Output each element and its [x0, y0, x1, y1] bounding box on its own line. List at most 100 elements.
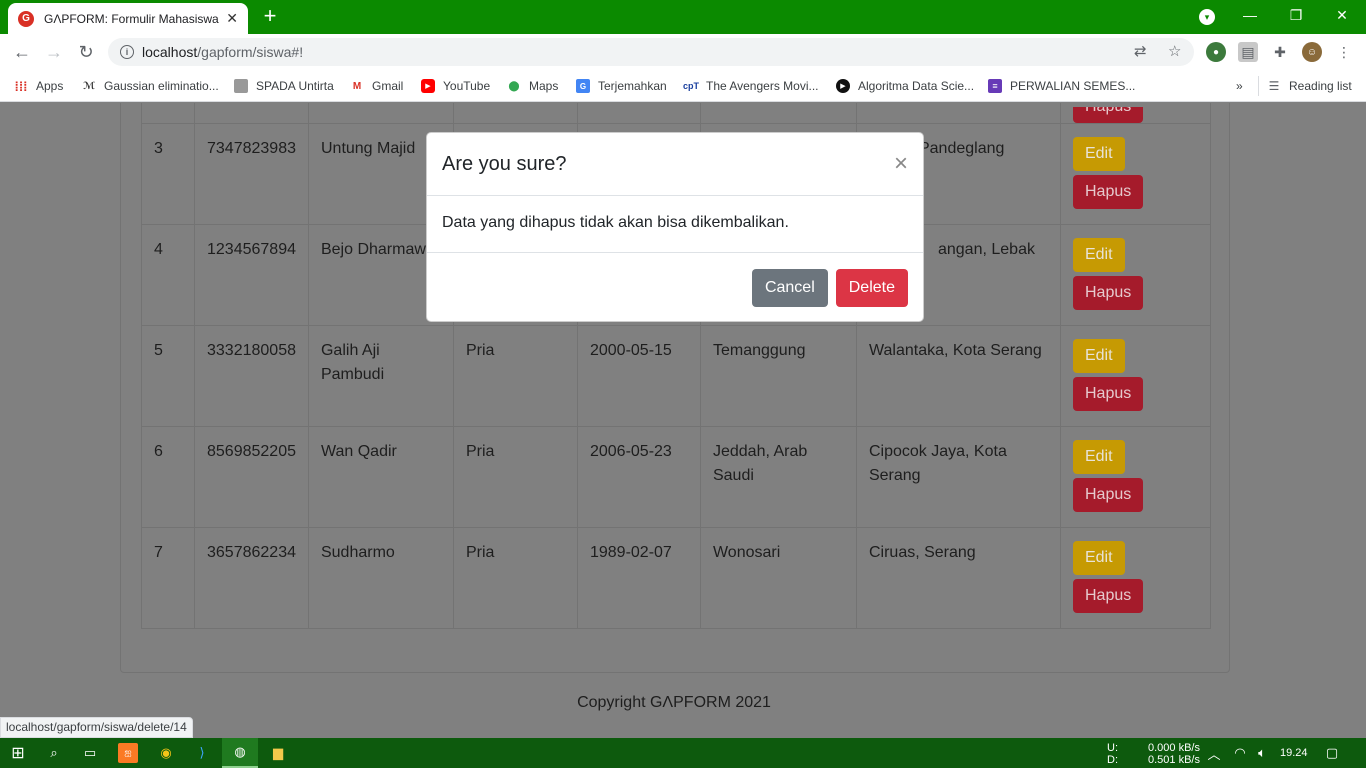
reload-icon[interactable]: ↻ — [74, 40, 98, 64]
modal-header: Are you sure? × — [427, 133, 923, 196]
page-footer: Copyright GΛPFORM 2021 — [577, 694, 771, 711]
hapus-button[interactable]: Hapus — [1072, 478, 1144, 512]
extension-page-icon[interactable]: ▤ — [1238, 42, 1258, 62]
firefox-icon[interactable]: ◉ — [156, 743, 176, 763]
modal-body: Data yang dihapus tidak akan bisa dikemb… — [427, 196, 923, 253]
profile-avatar-icon[interactable]: ☺ — [1302, 42, 1322, 62]
cell-nama: Wan Qadir — [307, 426, 454, 528]
cell-jenis-kelamin: Pria — [452, 527, 578, 629]
reading-list-icon: ☰ — [1268, 79, 1280, 93]
cell-alamat: Ciruas, Serang — [855, 527, 1061, 629]
edit-button[interactable]: Edit — [1072, 440, 1125, 474]
bookmark-spada[interactable]: SPADA Untirta — [234, 76, 334, 96]
edit-button[interactable]: Edit — [1072, 541, 1125, 575]
tab-search-icon[interactable]: ▾ — [1199, 9, 1215, 25]
browser-tab[interactable]: G GΛPFORM: Formulir Mahasiswa ✕ — [8, 3, 248, 34]
cell-tempat-lahir: Wonosari — [699, 527, 857, 629]
spada-icon — [234, 79, 248, 93]
cell-alamat: Cipocok Jaya, Kota Serang — [855, 426, 1061, 528]
cell-tempat-lahir: Jeddah, Arab Saudi — [699, 426, 857, 528]
cell-jenis-kelamin: Pria — [452, 426, 578, 528]
bookmark-translate[interactable]: G Terjemahkan — [576, 76, 667, 96]
bookmark-algoritma[interactable]: ▶ Algoritma Data Scie... — [836, 76, 974, 96]
apps-grid-icon: ⁞⁞⁞ — [14, 78, 28, 94]
windows-start-icon[interactable]: ⊞ — [8, 743, 28, 763]
menu-kebab-icon[interactable]: ⋮ — [1334, 42, 1354, 62]
hapus-button[interactable]: Hapus — [1072, 579, 1144, 613]
bookmark-label: Terjemahkan — [598, 79, 667, 93]
cell-nim: 8569852205 — [194, 426, 309, 528]
bookmark-label: Apps — [36, 79, 64, 93]
hapus-button[interactable]: Hapus — [1072, 377, 1144, 411]
link-status-bar: localhost/gapform/siswa/delete/14 — [0, 717, 193, 738]
tray-chevron-up-icon[interactable]: ︿ — [1204, 743, 1224, 763]
volume-icon[interactable]: 🔈︎ — [1252, 743, 1272, 763]
bookmark-label: YouTube — [443, 79, 491, 93]
window-close-icon[interactable]: ✕ — [1319, 4, 1365, 28]
table-row: 5 3332180058 Galih Aji Pambudi Pria 2000… — [141, 325, 1211, 427]
chrome-taskbar-icon[interactable]: ◍ — [222, 738, 258, 768]
hapus-button[interactable]: Hapus — [1072, 175, 1144, 209]
bookmark-gmail[interactable]: M Gmail — [350, 76, 404, 96]
clock-time[interactable]: 19.24 — [1280, 747, 1308, 759]
forward-icon[interactable]: → — [42, 40, 66, 64]
cell-nim: 7347823983 — [194, 123, 309, 225]
bookmark-youtube[interactable]: ▶ YouTube — [421, 76, 490, 96]
notifications-icon[interactable]: ▢ — [1322, 743, 1342, 763]
edit-button[interactable]: Edit — [1072, 339, 1125, 373]
bookmark-label: Algoritma Data Scie... — [858, 79, 975, 93]
bookmark-maps[interactable]: ⬤ Maps — [507, 76, 558, 96]
vscode-icon[interactable]: ⟩ — [192, 743, 212, 763]
cell-tanggal-lahir: 1989-02-07 — [576, 527, 701, 629]
bookmarks-bar: ⁞⁞⁞ Apps ℳ Gaussian eliminatio... SPADA Un… — [0, 70, 1366, 102]
algoritma-icon: ▶ — [836, 79, 850, 93]
table-row: 6 8569852205 Wan Qadir Pria 2006-05-23 J… — [141, 426, 1211, 528]
minimize-icon[interactable]: — — [1227, 4, 1273, 28]
wifi-icon[interactable]: ◠ — [1230, 743, 1250, 763]
edit-button[interactable]: Edit — [1072, 238, 1125, 272]
extension-globe-icon[interactable]: ● — [1206, 42, 1226, 62]
reading-list-label: Reading list — [1289, 79, 1352, 93]
bookmark-apps[interactable]: ⁞⁞⁞ Apps — [14, 76, 64, 96]
browser-titlebar: G GΛPFORM: Formulir Mahasiswa ✕ + ▾ — ❐ … — [0, 0, 1366, 34]
cell-nim: 3657862234 — [194, 527, 309, 629]
bookmark-label: The Avengers Movi... — [706, 79, 819, 93]
bookmark-gaussian[interactable]: ℳ Gaussian eliminatio... — [82, 76, 219, 96]
bookmark-perwalian[interactable]: ≡ PERWALIAN SEMES... — [988, 76, 1135, 96]
confirm-delete-modal: Are you sure? × Data yang dihapus tidak … — [426, 132, 924, 322]
bookmark-label: SPADA Untirta — [256, 79, 334, 93]
new-tab-icon[interactable]: + — [258, 5, 282, 29]
cell-tempat-lahir: Temanggung — [699, 325, 857, 427]
xampp-icon[interactable]: ஐ — [118, 743, 138, 763]
cell-no: 6 — [141, 426, 195, 528]
reading-list-button[interactable]: ☰ Reading list — [1258, 76, 1352, 96]
forms-icon: ≡ — [988, 79, 1002, 93]
file-explorer-icon[interactable]: ▆ — [268, 743, 288, 763]
hapus-button[interactable]: Hapus — [1072, 276, 1144, 310]
translate-icon: G — [576, 79, 590, 93]
tab-close-icon[interactable]: ✕ — [226, 10, 238, 27]
net-down-speed: 0.501 kB/s — [1148, 754, 1200, 766]
modal-close-icon[interactable]: × — [894, 152, 908, 176]
edit-button[interactable]: Edit — [1072, 137, 1125, 171]
bookmark-avengers[interactable]: cpT The Avengers Movi... — [683, 76, 819, 96]
net-down-label: D: — [1107, 754, 1118, 766]
bookmark-star-icon[interactable]: ☆ — [1168, 38, 1181, 66]
maps-icon: ⬤ — [508, 80, 520, 92]
cancel-button[interactable]: Cancel — [751, 269, 828, 307]
hapus-button[interactable]: Hapus — [1072, 107, 1144, 123]
modal-footer: Cancel Delete — [427, 253, 923, 323]
restore-icon[interactable]: ❐ — [1273, 4, 1319, 28]
task-view-icon[interactable]: ▭ — [80, 743, 100, 763]
back-icon[interactable]: ← — [10, 40, 34, 64]
delete-button[interactable]: Delete — [835, 269, 908, 307]
cell-no: 5 — [141, 325, 195, 427]
extensions-puzzle-icon[interactable]: ✚ — [1270, 42, 1290, 62]
more-bookmarks-button[interactable]: » — [1236, 76, 1243, 96]
address-bar[interactable]: i localhost/gapform/siswa#! ⇄ ☆ — [108, 38, 1194, 66]
site-info-icon[interactable]: i — [120, 45, 134, 59]
bookmark-label: Gmail — [372, 79, 404, 93]
search-icon[interactable]: ⌕ — [44, 743, 64, 763]
cell-jenis-kelamin: Pria — [452, 325, 578, 427]
translate-page-icon[interactable]: ⇄ — [1134, 38, 1147, 66]
